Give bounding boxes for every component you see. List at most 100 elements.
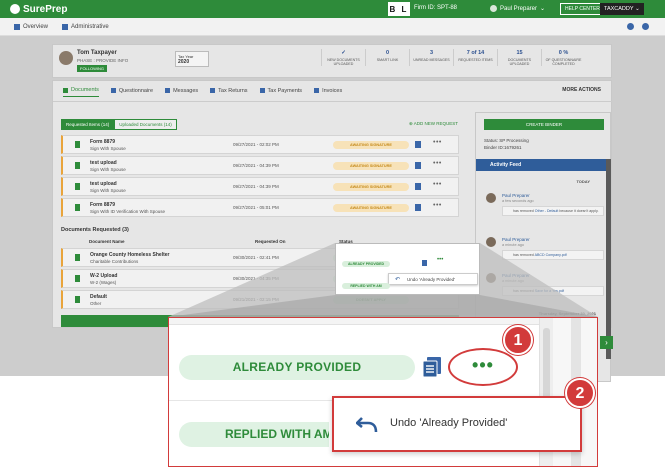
add-new-request-button[interactable]: ⊕ ADD NEW REQUEST bbox=[409, 121, 458, 127]
stat-requested-items[interactable]: 7 of 14 REQUESTED ITEMS bbox=[453, 49, 497, 66]
document-icon bbox=[75, 162, 80, 169]
tab-tax-payments[interactable]: Tax Payments bbox=[259, 87, 302, 97]
copy-icon[interactable] bbox=[415, 141, 421, 148]
avatar bbox=[486, 237, 496, 247]
questionnaire-icon bbox=[110, 88, 116, 93]
document-icon bbox=[75, 204, 80, 211]
taxcaddy-button[interactable]: TAXCADDY ⌄ bbox=[600, 3, 644, 15]
feed-user[interactable]: Paul Preparer bbox=[502, 273, 530, 278]
feed-item-name[interactable]: Save for a Yes.pdf bbox=[535, 289, 564, 293]
add-request-label: ADD NEW REQUEST bbox=[413, 121, 459, 126]
document-icon bbox=[75, 141, 80, 148]
tab-questionnaire[interactable]: Questionnaire bbox=[110, 87, 154, 97]
tab-invoices[interactable]: Invoices bbox=[314, 87, 342, 97]
row-date: 09/27/2021 - 04:39 PM bbox=[233, 163, 279, 168]
feed-prefix: has removed bbox=[513, 209, 534, 213]
more-options-icon: ••• bbox=[437, 257, 444, 263]
tab-label: Questionnaire bbox=[118, 87, 154, 94]
row-subtitle: Sign With ID Verification With Spouse bbox=[90, 209, 166, 214]
mini-status-replied: REPLIED WITH AM bbox=[342, 283, 390, 289]
copy-icon[interactable] bbox=[415, 162, 421, 169]
more-options-button[interactable]: ••• bbox=[448, 348, 518, 386]
stat-label: NEW DOCUMENTS UPLOADED bbox=[327, 58, 360, 66]
copy-document-icon[interactable] bbox=[422, 356, 442, 378]
table-row[interactable]: test upload Sign With Spouse 09/27/2021 … bbox=[61, 177, 459, 196]
more-options-icon[interactable]: ••• bbox=[433, 160, 442, 167]
status-badge: AWAITING SIGNATURE bbox=[333, 162, 409, 170]
column-header-name[interactable]: Document Name bbox=[89, 239, 125, 244]
undo-already-provided-menu-item[interactable]: Undo 'Already Provided' bbox=[332, 396, 582, 452]
document-icon bbox=[75, 183, 80, 190]
tab-tax-returns[interactable]: Tax Returns bbox=[210, 87, 248, 97]
logo-text: SurePrep bbox=[23, 3, 68, 15]
stat-new-documents[interactable]: ✓ NEW DOCUMENTS UPLOADED bbox=[321, 49, 365, 66]
tax-year-select[interactable]: Tax Year 2020 bbox=[175, 51, 209, 67]
tax-year-value: 2020 bbox=[178, 59, 190, 65]
feed-time: a few seconds ago bbox=[502, 199, 534, 203]
gear-icon[interactable] bbox=[627, 23, 634, 30]
replied-with-amount-badge: REPLIED WITH AM bbox=[179, 422, 329, 447]
feed-item-name[interactable]: ABCD Company.pdf bbox=[535, 253, 567, 257]
undo-label: Undo 'Already Provided' bbox=[390, 417, 508, 429]
invoice-icon bbox=[314, 88, 320, 93]
activity-feed-scrollbar[interactable] bbox=[606, 159, 611, 359]
row-date: 09/27/2021 - 04:39 PM bbox=[233, 184, 279, 189]
stat-documents-uploaded[interactable]: 15 DOCUMENTS UPLOADED bbox=[497, 49, 541, 66]
tab-label: Documents bbox=[71, 87, 99, 93]
table-row[interactable]: Form 8879 Sign With Spouse 09/27/2021 - … bbox=[61, 135, 459, 154]
document-subtabs: Requested Items (14) Uploaded Documents … bbox=[61, 119, 177, 130]
create-binder-button[interactable]: CREATE BINDER bbox=[484, 119, 604, 130]
help-icon[interactable] bbox=[642, 23, 649, 30]
document-icon bbox=[75, 296, 80, 303]
client-phase: PHASE : PROVIDE INFO bbox=[77, 58, 129, 63]
feed-message: has removed ABCD Company.pdf bbox=[502, 250, 604, 260]
nav-overview[interactable]: Overview bbox=[14, 23, 48, 30]
more-options-icon[interactable]: ••• bbox=[433, 139, 442, 146]
row-title: Default bbox=[90, 294, 107, 300]
stat-label: OF QUESTIONNAIRE COMPLETED bbox=[545, 58, 582, 66]
nav-administrative[interactable]: Administrative bbox=[62, 23, 109, 30]
feed-user[interactable]: Paul Preparer bbox=[502, 237, 530, 242]
more-options-icon[interactable]: ••• bbox=[433, 181, 442, 188]
more-options-icon[interactable]: ••• bbox=[433, 202, 442, 209]
subtab-uploaded-documents[interactable]: Uploaded Documents (14) bbox=[114, 119, 177, 130]
table-row[interactable]: Form 8879 Sign With ID Verification With… bbox=[61, 198, 459, 217]
tab-documents[interactable]: Documents bbox=[63, 87, 99, 97]
feed-message: has removed Other - Default because it d… bbox=[502, 206, 604, 216]
copy-icon[interactable] bbox=[415, 204, 421, 211]
firm-id: Firm ID: SPT-88 bbox=[414, 5, 458, 11]
binder-status: Status: SP Processing Binder ID:1679261 bbox=[484, 137, 529, 151]
row-subtitle: Sign With Spouse bbox=[90, 188, 126, 193]
taxcaddy-label: TAXCADDY bbox=[604, 6, 634, 12]
feed-prefix: has removed bbox=[513, 253, 534, 257]
stat-value: 0 bbox=[385, 50, 390, 56]
table-row[interactable]: test upload Sign With Spouse 09/27/2021 … bbox=[61, 156, 459, 175]
feed-item-name[interactable]: Other - Default bbox=[535, 209, 559, 213]
tab-messages[interactable]: Messages bbox=[165, 87, 198, 97]
sureprep-logo[interactable]: SurePrep bbox=[10, 4, 67, 15]
feed-time: a minute ago bbox=[502, 279, 524, 283]
column-header-requested-on[interactable]: Requested On bbox=[255, 239, 286, 244]
main-tabs: Documents Questionnaire Messages Tax Ret… bbox=[63, 87, 342, 97]
feed-user[interactable]: Paul Preparer bbox=[502, 193, 530, 198]
row-subtitle: Other bbox=[90, 301, 102, 306]
stat-unread-messages[interactable]: 3 UNREAD MESSAGES bbox=[409, 49, 453, 66]
status-badge: AWAITING SIGNATURE bbox=[333, 183, 409, 191]
step-badge-1: 1 bbox=[503, 325, 533, 355]
tax-return-icon bbox=[210, 88, 216, 93]
copy-icon[interactable] bbox=[415, 183, 421, 190]
user-menu[interactable]: Paul Preparer ⌄ bbox=[490, 5, 545, 12]
following-button[interactable]: FOLLOWING bbox=[77, 65, 108, 72]
chevron-down-icon: ⌄ bbox=[540, 6, 546, 12]
stat-label: SMART LINK bbox=[376, 58, 399, 62]
stat-questionnaire[interactable]: 0 % OF QUESTIONNAIRE COMPLETED bbox=[541, 49, 585, 66]
subtab-requested-items[interactable]: Requested Items (14) bbox=[61, 119, 115, 130]
status-badge: AWAITING SIGNATURE bbox=[333, 204, 409, 212]
help-center-button[interactable]: HELP CENTER bbox=[560, 3, 605, 15]
chevron-right-icon[interactable]: › bbox=[600, 336, 613, 349]
more-actions-button[interactable]: MORE ACTIONS bbox=[562, 87, 601, 93]
stat-smart-link[interactable]: 0 SMART LINK bbox=[365, 49, 409, 66]
already-provided-badge: ALREADY PROVIDED bbox=[179, 355, 415, 380]
stat-value: 3 bbox=[429, 50, 434, 56]
row-subtitle: Charitable Contributions bbox=[90, 259, 139, 264]
